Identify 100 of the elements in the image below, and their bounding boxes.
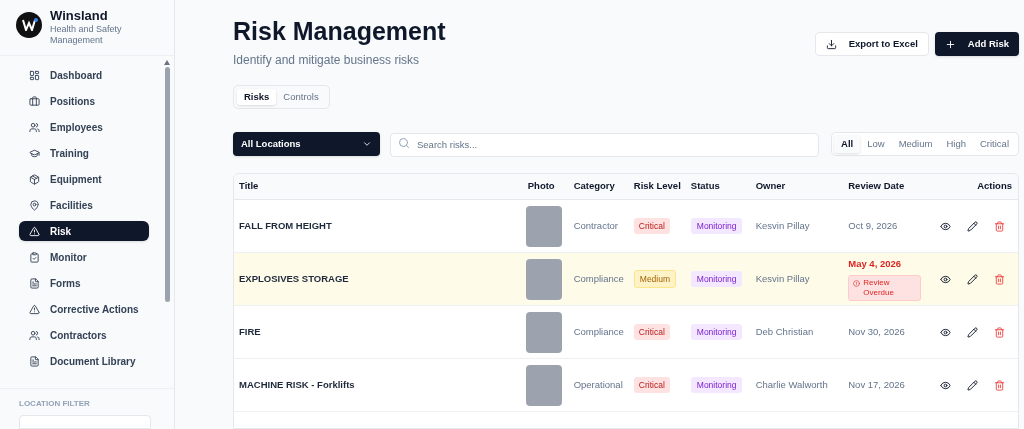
- status-badge: Monitoring: [690, 270, 743, 288]
- filter-option[interactable]: Critical: [972, 134, 1016, 153]
- risk-level-badge: Critical: [633, 376, 670, 394]
- category-text: Compliance: [573, 272, 624, 284]
- category-text: Contractor: [573, 219, 618, 231]
- pencil-icon: [967, 326, 978, 338]
- scroll-up-icon[interactable]: [164, 60, 170, 65]
- photo-placeholder: [525, 205, 562, 247]
- sidebar-item[interactable]: Equipment: [19, 169, 149, 189]
- add-risk-button[interactable]: Add Risk: [934, 32, 1019, 56]
- trash-icon: [994, 379, 1005, 391]
- logo-icon: [16, 12, 42, 38]
- dashboard-icon: [29, 69, 40, 81]
- pencil-icon: [967, 379, 978, 391]
- sidebar-item[interactable]: Training: [19, 143, 149, 163]
- tab[interactable]: Risks: [237, 89, 277, 105]
- delete-button[interactable]: [994, 379, 1005, 391]
- sidebar-item[interactable]: Document Library: [19, 351, 149, 371]
- location-filter-field[interactable]: [19, 415, 151, 429]
- users-icon: [29, 329, 40, 341]
- export-button[interactable]: Export to Excel: [814, 32, 929, 56]
- overdue-text: Review Overdue: [863, 277, 895, 298]
- filter-option[interactable]: Medium: [891, 134, 940, 153]
- risk-title: MACHINE RISK - Forklifts: [239, 378, 355, 390]
- view-button[interactable]: [940, 379, 951, 391]
- graduation-cap-icon: [29, 147, 40, 159]
- column-header: Photo: [522, 173, 569, 200]
- filter-option[interactable]: All: [834, 134, 861, 153]
- search-field[interactable]: Search risks...: [390, 132, 820, 157]
- photo-placeholder: [525, 258, 562, 300]
- view-button[interactable]: [940, 220, 951, 232]
- risk-title: FALL FROM HEIGHT: [239, 219, 332, 231]
- review-date: Oct 9, 2026: [848, 218, 899, 233]
- delete-button[interactable]: [994, 326, 1005, 338]
- page-title: Risk Management: [233, 16, 446, 47]
- sidebar-item[interactable]: Facilities: [19, 195, 149, 215]
- filter-option[interactable]: High: [939, 134, 973, 153]
- category-text: Compliance: [573, 325, 624, 337]
- eye-icon: [940, 326, 951, 338]
- edit-button[interactable]: [967, 273, 978, 285]
- edit-button[interactable]: [967, 326, 978, 338]
- review-date: Nov 30, 2026: [848, 324, 906, 339]
- warning-icon: [29, 303, 40, 315]
- delete-button[interactable]: [994, 273, 1005, 285]
- table-row[interactable]: FIRE Compliance Critical Monitoring Deb Christian Nov 30, 2026: [234, 305, 1018, 359]
- table-row[interactable]: MACHINE RISK - Forklifts Operational Critical Monitoring Charlie Walworth Nov 17, 2026: [234, 358, 1018, 412]
- map-pin-icon: [29, 199, 40, 211]
- view-button[interactable]: [940, 273, 951, 285]
- package-icon: [29, 173, 40, 185]
- users-icon: [29, 121, 40, 133]
- document-icon: [29, 355, 40, 367]
- risk-title: EXPLOSIVES STORAGE: [239, 272, 349, 284]
- column-header: Title: [234, 173, 523, 200]
- tab[interactable]: Controls: [276, 89, 326, 105]
- delete-button[interactable]: [994, 220, 1005, 232]
- column-header: Category: [568, 173, 629, 200]
- sidebar-item[interactable]: Contractors: [19, 325, 149, 345]
- sidebar-item[interactable]: Monitor: [19, 247, 149, 267]
- owner-text: Kesvin Pillay: [755, 219, 810, 231]
- table-row[interactable]: FALL FROM HEIGHT Contractor Critical Monitoring Kesvin Pillay Oct 9, 2026: [234, 199, 1018, 253]
- alert-icon: [853, 279, 861, 287]
- search-icon: [398, 137, 410, 149]
- owner-text: Charlie Walworth: [755, 378, 828, 390]
- eye-icon: [940, 379, 951, 391]
- risk-title: FIRE: [239, 325, 261, 337]
- sidebar-item[interactable]: Corrective Actions: [19, 299, 149, 319]
- filter-option[interactable]: Low: [860, 134, 892, 153]
- location-select[interactable]: All Locations: [233, 131, 380, 156]
- status-badge: Monitoring: [690, 376, 743, 394]
- column-header: Risk Level: [628, 173, 686, 200]
- sidebar-item[interactable]: Forms: [19, 273, 149, 293]
- pencil-icon: [967, 220, 978, 232]
- brand-subtitle: Health and Safety Management: [50, 24, 123, 46]
- risk-level-badge: Medium: [633, 269, 677, 289]
- photo-placeholder: [525, 364, 562, 406]
- status-badge: Monitoring: [690, 217, 743, 235]
- section-label: LOCATION FILTER: [19, 398, 91, 410]
- view-button[interactable]: [940, 326, 951, 338]
- edit-button[interactable]: [967, 379, 978, 391]
- document-icon: [29, 277, 40, 289]
- trash-icon: [994, 273, 1005, 285]
- photo-placeholder: [525, 311, 562, 353]
- review-date: May 4, 2026: [848, 257, 903, 272]
- edit-button[interactable]: [967, 220, 978, 232]
- trash-icon: [994, 220, 1005, 232]
- page-subtitle: Identify and mitigate business risks: [233, 52, 421, 69]
- briefcase-icon: [29, 95, 40, 107]
- category-text: Operational: [573, 378, 623, 390]
- sidebar-item[interactable]: Positions: [19, 91, 149, 111]
- warning-icon: [29, 225, 40, 237]
- column-header: Review Date: [843, 173, 935, 200]
- pencil-icon: [967, 273, 978, 285]
- risk-level-badge: Critical: [633, 217, 670, 235]
- column-header: Owner: [750, 173, 844, 200]
- owner-text: Deb Christian: [755, 325, 814, 337]
- sidebar-item[interactable]: Dashboard: [19, 65, 149, 85]
- risk-level-badge: Critical: [633, 323, 670, 341]
- sidebar-item[interactable]: Employees: [19, 117, 149, 137]
- trash-icon: [994, 326, 1005, 338]
- sidebar-item[interactable]: Risk: [19, 221, 149, 241]
